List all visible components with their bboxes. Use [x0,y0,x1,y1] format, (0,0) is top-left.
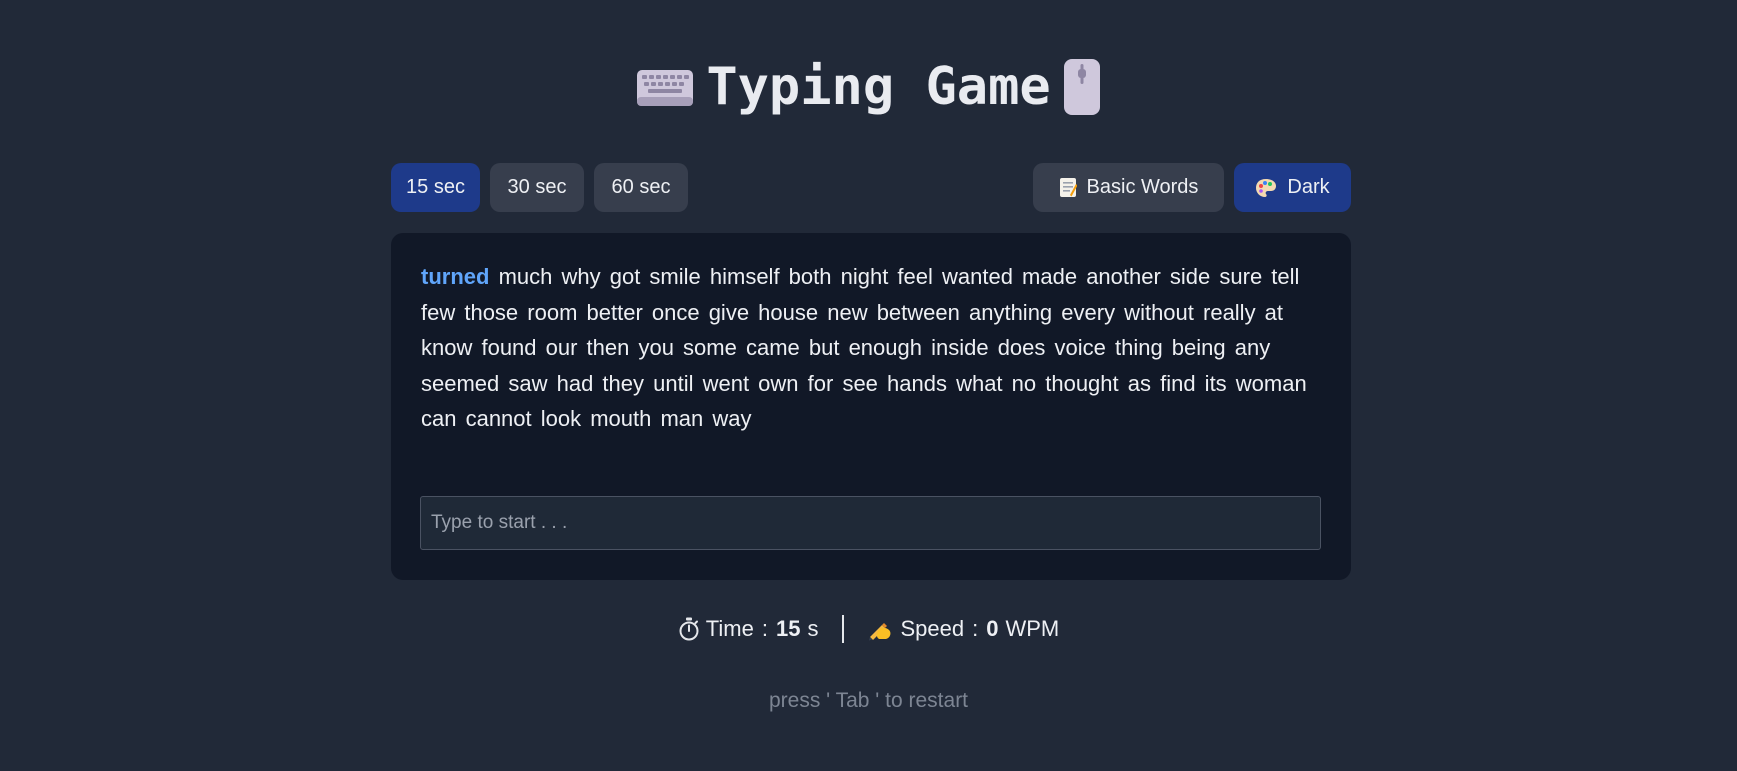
time-unit: s [807,616,819,641]
word-list: turned much why got smile himself both n… [421,259,1321,437]
speed-unit: WPM [1005,616,1060,641]
stats-divider [842,615,845,643]
typing-card: turned much why got smile himself both n… [391,233,1351,580]
memo-icon [1059,177,1077,198]
word-set-button[interactable]: Basic Words [1033,163,1224,212]
page-title: Typing Game [0,54,1737,120]
time-label: Time [705,616,754,641]
current-word: turned [421,264,490,289]
time-60-button[interactable]: 60 sec [594,163,688,212]
theme-label: Dark [1287,176,1330,198]
time-value: 15 [775,616,801,641]
theme-button[interactable]: Dark [1234,163,1351,212]
writing-hand-icon [868,617,894,641]
word-set-label: Basic Words [1086,176,1199,198]
time-colon: : [761,616,768,641]
speed-colon: : [972,616,979,641]
stats-bar: Time : 15 s Speed : 0 WPM [0,611,1737,647]
palette-icon [1255,178,1277,198]
keyboard-icon [636,66,694,108]
mouse-icon [1063,58,1101,116]
typing-input[interactable] [420,496,1321,550]
time-15-label: 15 sec [406,176,465,198]
restart-hint: press ' Tab ' to restart [768,689,969,712]
time-60-label: 60 sec [611,176,671,198]
time-15-button[interactable]: 15 sec [391,163,480,212]
speed-value: 0 [986,616,999,641]
title-text: Typing Game [706,57,1051,117]
stopwatch-icon [678,617,700,641]
speed-label: Speed [900,616,965,641]
time-30-button[interactable]: 30 sec [490,163,584,212]
remaining-words: much why got smile himself both night fe… [421,264,1307,431]
time-30-label: 30 sec [507,176,567,198]
